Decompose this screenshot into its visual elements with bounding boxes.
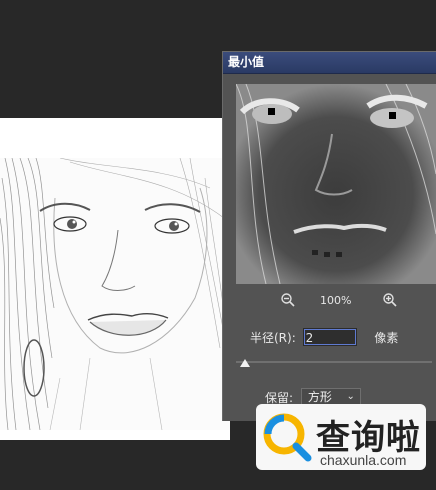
site-watermark: 查询啦 chaxunla.com <box>256 404 426 470</box>
zoom-out-icon[interactable] <box>280 292 296 311</box>
radius-label: 半径(R): <box>250 331 296 345</box>
pencil-sketch-portrait <box>0 158 230 430</box>
slider-track[interactable] <box>236 361 432 363</box>
chevron-down-icon: ⌄ <box>346 391 355 402</box>
magnifier-logo-icon <box>263 413 312 462</box>
preserve-select-value: 方形 <box>307 390 332 404</box>
radius-row: 半径(R): 2 像素 <box>250 328 398 348</box>
photoshop-workspace: 最小值 100% 半径(R): 2 像素 保留: 方形 ⌄ 查询啦 chaxun… <box>0 0 436 490</box>
dialog-title[interactable]: 最小值 <box>223 52 436 74</box>
filter-preview[interactable] <box>236 84 436 284</box>
radius-input[interactable]: 2 <box>302 328 357 346</box>
zoom-in-icon[interactable] <box>382 292 398 311</box>
minimum-filter-dialog: 最小值 100% 半径(R): 2 像素 保留: 方形 ⌄ <box>222 51 436 421</box>
radius-slider[interactable] <box>236 357 432 373</box>
preview-image <box>236 84 436 284</box>
zoom-level: 100% <box>320 294 352 307</box>
preview-zoom-controls: 100% <box>236 292 436 312</box>
preserve-label: 保留: <box>265 391 294 405</box>
watermark-brand-en: chaxunla.com <box>320 452 407 468</box>
slider-thumb[interactable] <box>239 359 250 367</box>
radius-unit: 像素 <box>374 331 399 345</box>
document-canvas <box>0 118 230 440</box>
